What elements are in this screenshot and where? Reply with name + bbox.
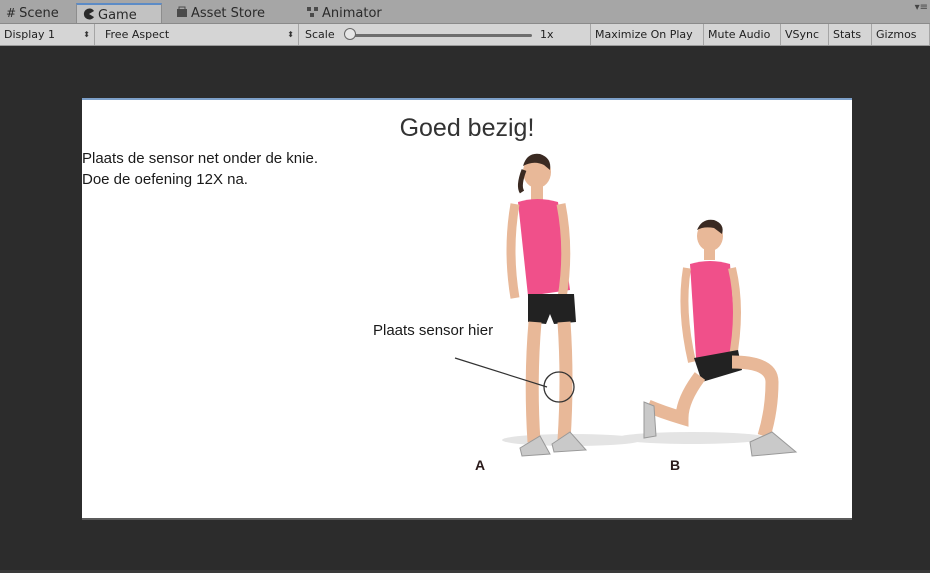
mute-label: Mute Audio xyxy=(708,28,771,41)
scale-label: Scale xyxy=(305,28,335,41)
aspect-label: Free Aspect xyxy=(105,28,170,41)
display-label: Display 1 xyxy=(4,28,56,41)
animator-icon xyxy=(306,3,319,23)
stats-label: Stats xyxy=(833,28,862,41)
tab-game[interactable]: Game xyxy=(76,3,162,23)
store-icon xyxy=(176,3,188,23)
scale-value: 1x xyxy=(540,28,554,41)
exercise-illustration xyxy=(454,153,798,457)
tab-asset-store-label: Asset Store xyxy=(191,6,266,21)
game-canvas: Goed bezig! Plaats de sensor net onder d… xyxy=(82,98,852,520)
figure-b-lunge xyxy=(643,219,798,457)
scale-slider-thumb[interactable] xyxy=(344,28,356,40)
tab-asset-store[interactable]: Asset Store xyxy=(170,3,271,23)
gizmos-label: Gizmos xyxy=(876,28,917,41)
stats-toggle[interactable]: Stats xyxy=(829,24,872,45)
scale-slider-track[interactable] xyxy=(350,34,532,37)
aspect-dropdown[interactable]: Free Aspect ⬍ xyxy=(101,24,299,45)
updown-arrow-icon: ⬍ xyxy=(287,30,294,39)
vsync-label: VSync xyxy=(785,28,820,41)
mute-audio-toggle[interactable]: Mute Audio xyxy=(704,24,781,45)
tab-scene-label: Scene xyxy=(19,6,59,21)
editor-tab-bar: # Scene Game Asset Store Animator ▾≡ xyxy=(0,0,930,24)
tab-animator-label: Animator xyxy=(322,6,382,21)
gizmos-toggle[interactable]: Gizmos xyxy=(872,24,930,45)
tab-animator[interactable]: Animator xyxy=(300,3,388,23)
tab-scene[interactable]: # Scene xyxy=(0,3,65,23)
display-dropdown[interactable]: Display 1 ⬍ xyxy=(0,24,95,45)
tab-menu-icon[interactable]: ▾≡ xyxy=(915,2,928,13)
pacman-icon xyxy=(83,5,95,25)
updown-arrow-icon: ⬍ xyxy=(83,30,90,39)
figure-a-standing xyxy=(506,153,588,457)
tab-game-label: Game xyxy=(98,8,137,23)
sensor-label: Plaats sensor hier xyxy=(373,322,494,339)
figure-a-label: A xyxy=(475,457,486,473)
maximize-on-play-toggle[interactable]: Maximize On Play xyxy=(591,24,704,45)
maximize-label: Maximize On Play xyxy=(595,28,693,41)
grid-icon: # xyxy=(6,6,17,20)
figure-b-label: B xyxy=(670,457,681,473)
vsync-toggle[interactable]: VSync xyxy=(781,24,829,45)
